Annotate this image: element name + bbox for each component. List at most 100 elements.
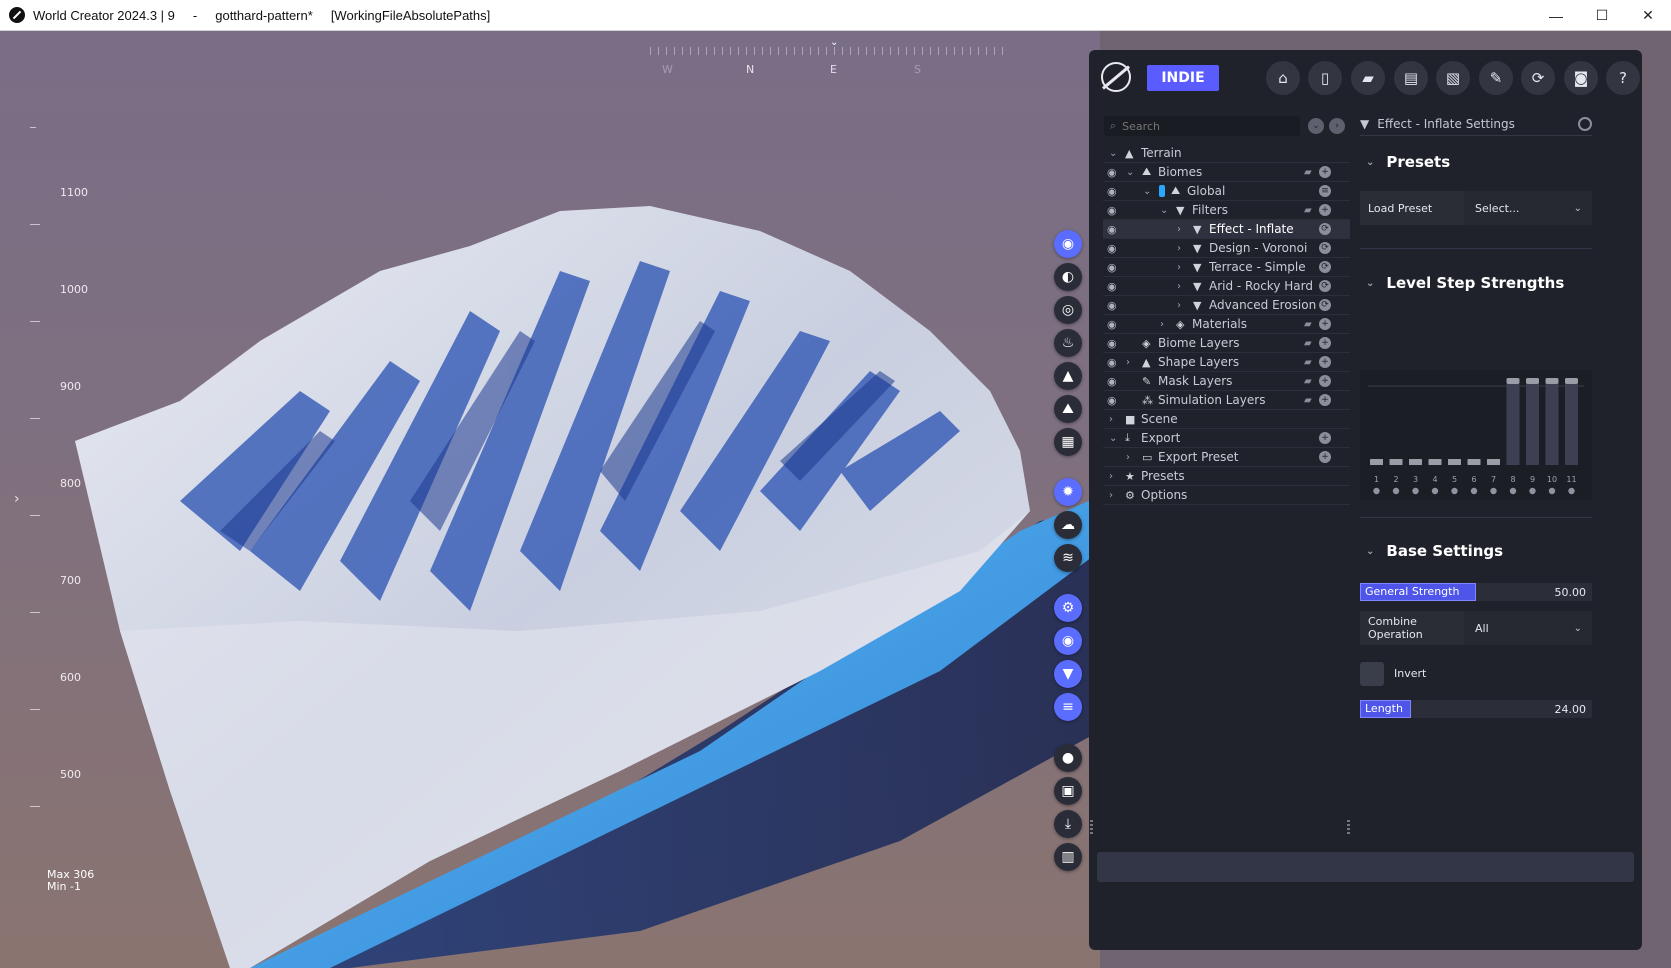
image-tool-button[interactable]: ▣ xyxy=(1054,777,1082,805)
visibility-eye-icon[interactable]: ◉ xyxy=(1107,242,1117,255)
home-button[interactable]: ⌂ xyxy=(1266,61,1300,95)
new-file-button[interactable]: ▯ xyxy=(1308,61,1342,95)
folder-icon[interactable]: ▰ xyxy=(1304,205,1312,216)
chevron-down-icon[interactable]: ⌄ xyxy=(1109,148,1117,159)
step-handle[interactable] xyxy=(1506,378,1520,384)
step-eye-icon[interactable] xyxy=(1509,487,1517,495)
step-handle[interactable] xyxy=(1389,459,1403,465)
add-icon[interactable]: + xyxy=(1319,337,1331,349)
visibility-eye-icon[interactable]: ◉ xyxy=(1107,204,1117,217)
add-icon[interactable]: + xyxy=(1319,166,1331,178)
step-track[interactable] xyxy=(1370,378,1383,465)
combine-operation-dropdown[interactable]: All ⌄ xyxy=(1467,611,1592,645)
step-bar[interactable] xyxy=(1506,378,1520,465)
chevron-right-icon[interactable]: › xyxy=(1177,243,1181,254)
collapse-all-button[interactable]: ⌄ xyxy=(1308,118,1324,134)
add-icon[interactable]: + xyxy=(1319,375,1331,387)
sync-icon[interactable]: ⟳ xyxy=(1319,299,1331,311)
visibility-eye-icon[interactable]: ◉ xyxy=(1107,185,1117,198)
record-tool-button[interactable]: ● xyxy=(1054,744,1082,772)
terrain-viewport[interactable]: ⌄ W N E S 1100 1000 900 800 700 600 500 … xyxy=(0,31,1100,968)
save-as-button[interactable]: ▧ xyxy=(1436,61,1470,95)
folder-icon[interactable]: ▰ xyxy=(1304,319,1312,330)
tree-item[interactable]: ◉ › ▼ Arid - Rocky Hard ⟳ xyxy=(1103,277,1350,296)
biome-tool-button[interactable]: ⛰ xyxy=(1054,395,1082,423)
maximize-button[interactable]: ☐ xyxy=(1579,0,1625,31)
fog-tool-button[interactable]: ≋ xyxy=(1054,544,1082,572)
chevron-right-icon[interactable]: › xyxy=(1126,452,1130,463)
layers-icon[interactable]: ≡ xyxy=(1319,185,1331,197)
reset-settings-icon[interactable] xyxy=(1578,116,1592,131)
chevron-right-icon[interactable]: › xyxy=(1177,281,1181,292)
step-eye-icon[interactable] xyxy=(1490,487,1497,495)
step-eye-icon[interactable] xyxy=(1470,487,1478,495)
screenshot-button[interactable]: ◙ xyxy=(1564,61,1598,95)
chevron-right-icon[interactable]: › xyxy=(1177,224,1181,235)
visibility-eye-icon[interactable]: ◉ xyxy=(1107,394,1117,407)
invert-checkbox[interactable] xyxy=(1360,662,1384,686)
load-preset-dropdown[interactable]: Select... ⌄ xyxy=(1467,191,1592,225)
folder-icon[interactable]: ▰ xyxy=(1304,395,1312,406)
chevron-right-icon[interactable]: › xyxy=(1177,300,1181,311)
visibility-eye-icon[interactable]: ◉ xyxy=(1107,166,1117,179)
chevron-right-icon[interactable]: › xyxy=(1109,471,1113,482)
download-tool-button[interactable]: ⤓ xyxy=(1054,810,1082,838)
tree-item[interactable]: ◉ ⌄ ⛰ Global ≡ xyxy=(1103,182,1350,201)
tree-item[interactable]: ⌄ ▲ Terrain xyxy=(1103,144,1350,163)
mountain-tool-button[interactable]: ▲ xyxy=(1054,362,1082,390)
step-handle[interactable] xyxy=(1370,459,1383,465)
tree-item[interactable]: ⌄ ⤓ Export + xyxy=(1103,429,1350,448)
chevron-right-icon[interactable]: › xyxy=(1160,319,1164,330)
biome-color-chip[interactable] xyxy=(1159,185,1165,197)
sun-tool-button[interactable]: ✹ xyxy=(1054,478,1082,506)
folder-icon[interactable]: ▰ xyxy=(1304,338,1312,349)
step-handle[interactable] xyxy=(1467,459,1481,465)
step-track[interactable] xyxy=(1429,378,1442,465)
step-eye-icon[interactable] xyxy=(1529,487,1536,495)
level-steps-section[interactable]: ⌄ Level Step Strengths xyxy=(1366,274,1564,292)
tree-item[interactable]: ◉ › ▼ Effect - Inflate ⟳ xyxy=(1103,220,1350,239)
chevron-down-icon[interactable]: ⌄ xyxy=(1126,167,1134,178)
folder-icon[interactable]: ▰ xyxy=(1304,357,1312,368)
step-eye-icon[interactable] xyxy=(1568,487,1575,495)
level-step-bars[interactable]: 1 2 3 4 5 6 7 8 9 10 11 xyxy=(1360,370,1592,500)
visibility-eye-icon[interactable]: ◉ xyxy=(1107,261,1117,274)
step-track[interactable] xyxy=(1448,378,1461,465)
terrain-tool-button[interactable]: ◉ xyxy=(1054,230,1082,258)
expand-all-button[interactable]: › xyxy=(1329,118,1345,134)
presets-section[interactable]: ⌄ Presets xyxy=(1366,153,1450,171)
step-handle[interactable] xyxy=(1409,459,1422,465)
help-button[interactable]: ? xyxy=(1606,61,1640,95)
search-input[interactable] xyxy=(1122,119,1293,133)
tree-item[interactable]: ◉ ⌄ ⛰ Biomes ▰ + xyxy=(1103,163,1350,182)
add-icon[interactable]: + xyxy=(1319,356,1331,368)
visibility-eye-icon[interactable]: ◉ xyxy=(1107,299,1117,312)
sync-icon[interactable]: ⟳ xyxy=(1319,280,1331,292)
folder-icon[interactable]: ▰ xyxy=(1304,376,1312,387)
length-slider[interactable]: Length 24.00 xyxy=(1360,700,1592,718)
visibility-eye-icon[interactable]: ◉ xyxy=(1107,375,1117,388)
fire-tool-button[interactable]: ♨ xyxy=(1054,329,1082,357)
folder-icon[interactable]: ▰ xyxy=(1304,167,1312,178)
layers-tool-button[interactable]: ≡ xyxy=(1054,693,1082,721)
cloud-tool-button[interactable]: ☁ xyxy=(1054,511,1082,539)
step-bar[interactable] xyxy=(1565,378,1578,465)
refresh-button[interactable]: ⟳ xyxy=(1521,61,1555,95)
tree-item[interactable]: › ⚙ Options xyxy=(1103,486,1350,505)
step-track[interactable] xyxy=(1390,378,1403,465)
level-step-chart[interactable]: 1 2 3 4 5 6 7 8 9 10 11 xyxy=(1360,370,1592,500)
tree-item[interactable]: ◉ ✎ Mask Layers ▰ + xyxy=(1103,372,1350,391)
add-icon[interactable]: + xyxy=(1319,432,1331,444)
close-button[interactable]: ✕ xyxy=(1625,0,1671,31)
step-bar[interactable] xyxy=(1545,378,1559,465)
export-button[interactable]: ✎ xyxy=(1479,61,1513,95)
step-eye-icon[interactable] xyxy=(1451,487,1458,495)
sync-icon[interactable]: ⟳ xyxy=(1319,242,1331,254)
chevron-right-icon[interactable]: › xyxy=(1126,357,1130,368)
general-strength-slider[interactable]: General Strength 50.00 xyxy=(1360,583,1592,601)
visibility-tool-button[interactable]: ◉ xyxy=(1054,627,1082,655)
step-bar[interactable] xyxy=(1526,378,1539,465)
step-eye-icon[interactable] xyxy=(1392,487,1400,495)
chevron-right-icon[interactable]: › xyxy=(1177,262,1181,273)
tree-item[interactable]: ◉ › ▼ Advanced Erosion - Sc⟳ xyxy=(1103,296,1350,315)
